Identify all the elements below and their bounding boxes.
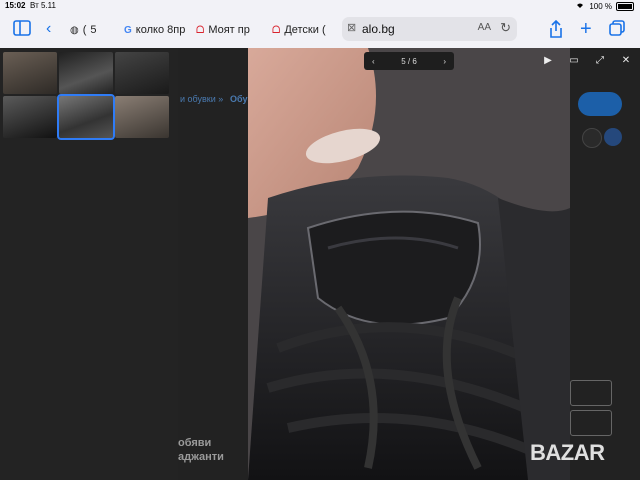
thumbnail-4[interactable]: [3, 96, 57, 138]
expand-icon[interactable]: ⤢: [590, 52, 610, 70]
watermark-text: BAZAR: [530, 440, 605, 465]
sidebar-toggle-icon[interactable]: [13, 20, 31, 41]
tab-favicon-icon: ⊠: [347, 22, 357, 34]
next-image-button[interactable]: ›: [443, 57, 446, 66]
tab-2[interactable]: G колко 8пр: [124, 18, 190, 42]
tab-label: Моят пр: [208, 24, 250, 36]
thumbnail-6[interactable]: [115, 96, 169, 138]
thumbnail-2[interactable]: [59, 52, 113, 94]
back-icon[interactable]: ‹: [46, 20, 51, 38]
breadcrumb[interactable]: и обувки »: [180, 94, 223, 104]
battery-percent: 100 %: [589, 1, 612, 11]
tab-label: колко 8пр: [135, 24, 186, 36]
side-action-button-2[interactable]: [570, 410, 612, 436]
address-bar[interactable]: ⊠ alo.bg AA ↻: [342, 17, 517, 41]
bottom-line-1: обяви: [178, 437, 212, 449]
side-action-button-1[interactable]: [570, 380, 612, 406]
tab-count: 5: [90, 24, 97, 36]
tab-favicon-icon: ◍: [70, 24, 79, 36]
tab-3[interactable]: ᗝ Моят пр: [196, 18, 262, 42]
status-right: 100 %: [575, 1, 634, 11]
wifi-icon: [575, 1, 585, 11]
play-icon[interactable]: ▶: [538, 52, 558, 70]
close-icon[interactable]: ✕: [616, 52, 636, 70]
site-favicon-icon: ᗝ: [272, 24, 281, 36]
thumbnail-3[interactable]: [115, 52, 169, 94]
share-icon[interactable]: [549, 19, 563, 43]
google-icon: G: [124, 24, 132, 36]
url-text: alo.bg: [362, 22, 395, 36]
thumbnail-strip: [0, 48, 178, 480]
prev-image-button[interactable]: ‹: [372, 57, 375, 66]
bottom-line-2: аджанти: [178, 451, 224, 463]
status-bar: 15:02 Вт 5.11 100 %: [0, 0, 640, 12]
tab-4[interactable]: ᗝ Детски (: [272, 18, 338, 42]
share-round-icon[interactable]: [582, 128, 602, 148]
tab-label: Детски (: [284, 24, 326, 36]
facebook-icon[interactable]: [604, 128, 622, 146]
bottom-section-title: обяви аджанти: [178, 436, 224, 464]
battery-icon: [616, 1, 634, 11]
post-ad-button[interactable]: [578, 92, 622, 116]
status-time: 15:02: [5, 1, 26, 10]
fullscreen-icon[interactable]: ▭: [564, 52, 584, 70]
thumbnail-5[interactable]: [57, 94, 115, 140]
tabs-overview-icon[interactable]: [609, 20, 625, 41]
tab-label: (: [82, 24, 87, 36]
thumbnail-1[interactable]: [3, 52, 57, 94]
page-content: и обувки » Обув обяви аджанти ‹ 5 / 6 › …: [0, 48, 640, 480]
status-date: Вт 5.11: [30, 1, 56, 10]
boot-photo-image: [248, 48, 570, 480]
bazar-logo: BAZAR: [530, 440, 605, 466]
browser-toolbar: ‹ ◍ ( 5 G колко 8пр ᗝ Моят пр ᗝ Детски (…: [0, 12, 640, 49]
tab-1[interactable]: ◍ ( 5: [70, 18, 120, 42]
product-photo: [248, 48, 570, 480]
site-favicon-icon: ᗝ: [196, 24, 205, 36]
reader-aa-button[interactable]: AA: [478, 22, 491, 33]
new-tab-icon[interactable]: +: [580, 19, 592, 39]
reload-icon[interactable]: ↻: [500, 20, 511, 36]
image-pagination: ‹ 5 / 6 ›: [364, 52, 454, 70]
image-counter: 5 / 6: [401, 56, 417, 66]
